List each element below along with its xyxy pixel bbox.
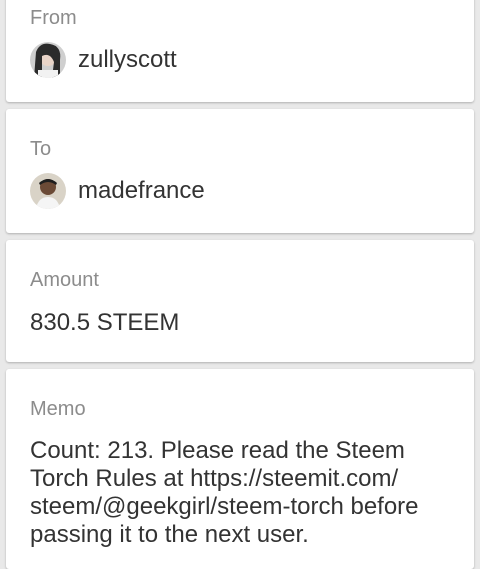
amount-card: Amount 830.5 STEEM [6, 240, 474, 362]
to-card: To madefrance [6, 109, 474, 233]
from-avatar-icon [30, 42, 66, 78]
memo-line: passing it to the next user. [30, 521, 309, 548]
from-user[interactable]: zullyscott [30, 42, 177, 78]
memo-label: Memo [30, 398, 86, 420]
amount-label: Amount [30, 269, 99, 291]
to-user[interactable]: madefrance [30, 173, 205, 209]
from-username: zullyscott [78, 46, 177, 73]
memo-line: steem/@geekgirl/steem-torch before [30, 493, 419, 520]
memo-line: Torch Rules at https://steemit.com/ [30, 465, 399, 492]
memo-line: Count: 213. Please read the Steem [30, 437, 405, 464]
to-username: madefrance [78, 177, 205, 204]
to-avatar-icon [30, 173, 66, 209]
from-card: From zullyscott [6, 0, 474, 102]
to-label: To [30, 138, 52, 160]
amount-value: 830.5 STEEM [30, 309, 180, 336]
memo-text: Count: 213. Please read the Steem Torch … [30, 437, 450, 549]
from-label: From [30, 7, 77, 29]
memo-card: Memo Count: 213. Please read the Steem T… [6, 369, 474, 569]
